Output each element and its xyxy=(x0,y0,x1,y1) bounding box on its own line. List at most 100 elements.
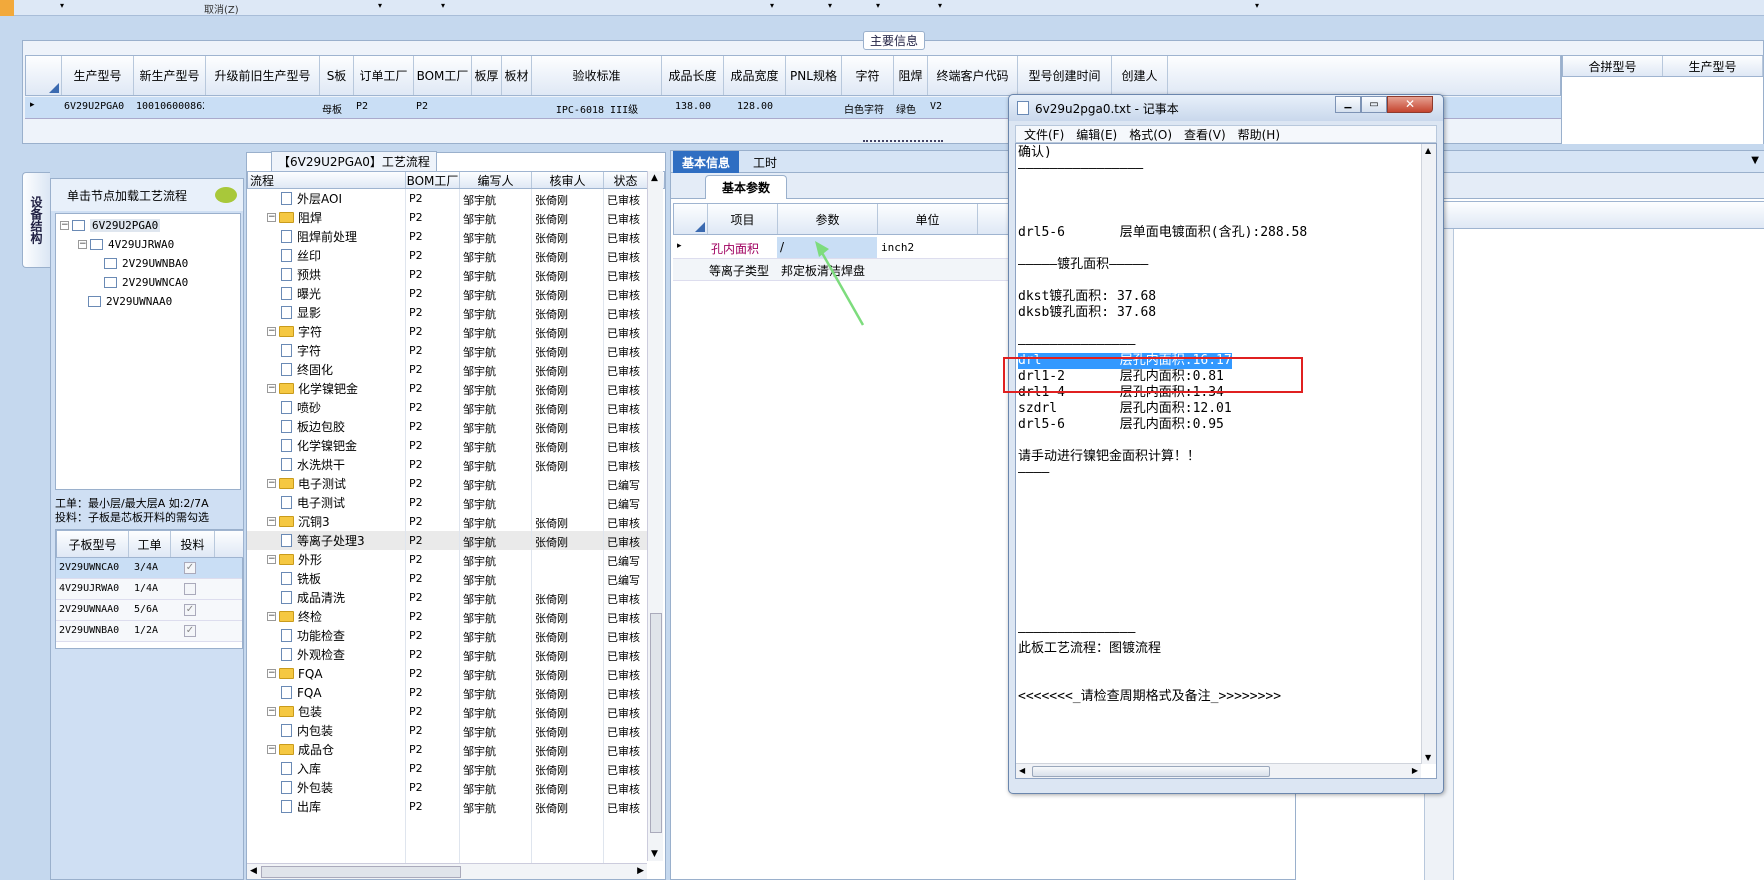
process-step[interactable]: 外包装 xyxy=(281,778,333,797)
scroll-left-icon[interactable]: ◀ xyxy=(250,866,257,876)
splitter-grip[interactable] xyxy=(863,140,943,144)
process-row[interactable]: 板边包胶 P2 邹宇航 张倚刚 已审核 xyxy=(247,417,647,436)
process-group[interactable]: − 成品仓 xyxy=(267,740,334,759)
scroll-up-icon[interactable]: ▲ xyxy=(651,173,658,183)
main-info-col-header[interactable]: 字符 xyxy=(842,56,894,95)
process-group[interactable]: − 电子测试 xyxy=(267,474,346,493)
notepad-menu-item[interactable]: 文件(F) xyxy=(1024,126,1064,143)
process-row[interactable]: − 阻焊 P2 邹宇航 张倚刚 已审核 xyxy=(247,208,647,227)
process-row[interactable]: 铣板 P2 邹宇航 已编写 xyxy=(247,569,647,588)
process-row[interactable]: − 字符 P2 邹宇航 张倚刚 已审核 xyxy=(247,322,647,341)
process-group[interactable]: − 沉铜3 xyxy=(267,512,330,531)
process-row[interactable]: 功能检查 P2 邹宇航 张倚刚 已审核 xyxy=(247,626,647,645)
process-row[interactable]: 丝印 P2 邹宇航 张倚刚 已审核 xyxy=(247,246,647,265)
process-row[interactable]: − 沉铜3 P2 邹宇航 张倚刚 已审核 xyxy=(247,512,647,531)
scroll-up-icon[interactable]: ▲ xyxy=(1425,146,1431,155)
sub-board-row[interactable]: 2V29UWNBA0 1/2A ✓ xyxy=(56,621,242,642)
expand-icon[interactable]: − xyxy=(267,745,276,754)
process-group[interactable]: − 终检 xyxy=(267,607,322,626)
hscroll-thumb[interactable] xyxy=(261,866,461,878)
process-step[interactable]: 铣板 xyxy=(281,569,321,588)
process-step[interactable]: 字符 xyxy=(281,341,321,360)
notepad-menu-item[interactable]: 帮助(H) xyxy=(1238,126,1280,143)
main-info-col-header[interactable]: S板 xyxy=(320,56,354,95)
dropdown-arrow-icon[interactable]: ▾ xyxy=(770,1,774,10)
expand-icon[interactable]: − xyxy=(267,479,276,488)
process-group[interactable]: − FQA xyxy=(267,664,323,683)
process-step[interactable]: 外层AOI xyxy=(281,189,342,208)
process-row[interactable]: 水洗烘干 P2 邹宇航 张倚刚 已审核 xyxy=(247,455,647,474)
notepad-titlebar[interactable]: 6v29u2pga0.txt - 记事本 ▁ ▭ ✕ xyxy=(1009,95,1443,121)
process-step[interactable]: 内包装 xyxy=(281,721,333,740)
process-step[interactable]: 终固化 xyxy=(281,360,333,379)
notepad-vscroll[interactable]: ▲ ▼ xyxy=(1421,144,1436,764)
process-row[interactable]: 入库 P2 邹宇航 张倚刚 已审核 xyxy=(247,759,647,778)
process-row[interactable]: 内包装 P2 邹宇航 张倚刚 已审核 xyxy=(247,721,647,740)
process-step[interactable]: 曝光 xyxy=(281,284,321,303)
process-step[interactable]: 板边包胶 xyxy=(281,417,345,436)
process-row[interactable]: FQA P2 邹宇航 张倚刚 已审核 xyxy=(247,683,647,702)
process-row[interactable]: 外包装 P2 邹宇航 张倚刚 已审核 xyxy=(247,778,647,797)
process-step[interactable]: 丝印 xyxy=(281,246,321,265)
tab-basic-params[interactable]: 基本参数 xyxy=(705,175,787,199)
process-row[interactable]: 喷砂 P2 邹宇航 张倚刚 已审核 xyxy=(247,398,647,417)
feed-checkbox[interactable]: ✓ xyxy=(184,562,196,574)
process-group[interactable]: − 外形 xyxy=(267,550,322,569)
dropdown-arrow-icon[interactable]: ▾ xyxy=(60,1,64,10)
process-step[interactable]: 等离子处理3 xyxy=(281,531,365,550)
scroll-thumb[interactable] xyxy=(650,613,662,833)
process-step[interactable]: 显影 xyxy=(281,303,321,322)
dropdown-arrow-icon[interactable]: ▾ xyxy=(1255,1,1259,10)
process-step[interactable]: 电子测试 xyxy=(281,493,345,512)
process-row[interactable]: 成品清洗 P2 邹宇航 张倚刚 已审核 xyxy=(247,588,647,607)
notepad-menu-item[interactable]: 编辑(E) xyxy=(1076,126,1117,143)
expand-icon[interactable]: − xyxy=(267,327,276,336)
tab-work-hours[interactable]: 工时 xyxy=(745,151,785,173)
main-info-col-header[interactable]: BOM工厂 xyxy=(414,56,472,95)
process-row[interactable]: 出库 P2 邹宇航 张倚刚 已审核 xyxy=(247,797,647,816)
process-group[interactable]: − 包装 xyxy=(267,702,322,721)
main-info-col-header[interactable]: 生产型号 xyxy=(62,56,134,95)
tree-node-leaf[interactable]: 2V29UWNBA0 xyxy=(104,254,188,273)
tree-node-child[interactable]: −4V29UJRWA0 xyxy=(78,235,174,254)
process-group[interactable]: − 阻焊 xyxy=(267,208,322,227)
process-row[interactable]: 等离子处理3 P2 邹宇航 张倚刚 已审核 xyxy=(247,531,647,550)
dropdown-arrow-icon[interactable]: ▾ xyxy=(441,1,445,10)
main-info-col-header[interactable]: 终端客户代码 xyxy=(928,56,1018,95)
side-tab-device-structure[interactable]: 设备结构 xyxy=(22,172,50,268)
main-info-col-header[interactable]: PNL规格 xyxy=(786,56,842,95)
main-info-col-header[interactable]: 新生产型号 xyxy=(134,56,206,95)
main-info-col-header[interactable]: 型号创建时间 xyxy=(1018,56,1112,95)
process-row[interactable]: − 终检 P2 邹宇航 张倚刚 已审核 xyxy=(247,607,647,626)
main-info-col-header[interactable]: 成品长度 xyxy=(662,56,724,95)
process-row[interactable]: − 包装 P2 邹宇航 张倚刚 已审核 xyxy=(247,702,647,721)
main-info-col-header[interactable]: 成品宽度 xyxy=(724,56,786,95)
close-button[interactable]: ✕ xyxy=(1387,96,1433,113)
main-info-col-header[interactable]: 创建人 xyxy=(1112,56,1168,95)
process-row[interactable]: 电子测试 P2 邹宇航 已编写 xyxy=(247,493,647,512)
tree-node-root[interactable]: −6V29U2PGA0 xyxy=(60,216,161,235)
sub-board-row[interactable]: 4V29UJRWA0 1/4A xyxy=(56,579,242,600)
process-step[interactable]: 阻焊前处理 xyxy=(281,227,357,246)
sub-board-row[interactable]: 2V29UWNAA0 5/6A ✓ xyxy=(56,600,242,621)
dropdown-arrow-icon[interactable]: ▾ xyxy=(876,1,880,10)
notepad-hscroll[interactable]: ◀ ▶ xyxy=(1016,763,1421,778)
scroll-down-icon[interactable]: ▼ xyxy=(651,849,658,859)
main-info-col-header[interactable]: 板材 xyxy=(502,56,532,95)
expand-icon[interactable]: − xyxy=(267,384,276,393)
dropdown-arrow-icon[interactable]: ▾ xyxy=(828,1,832,10)
process-step[interactable]: 入库 xyxy=(281,759,321,778)
scroll-right-icon[interactable]: ▶ xyxy=(1412,766,1418,775)
process-hscroll[interactable]: ◀ ▶ xyxy=(247,863,647,879)
process-step[interactable]: FQA xyxy=(281,683,322,702)
process-row[interactable]: 外观检查 P2 邹宇航 张倚刚 已审核 xyxy=(247,645,647,664)
process-step[interactable]: 出库 xyxy=(281,797,321,816)
process-group[interactable]: − 化学镍钯金 xyxy=(267,379,358,398)
process-step[interactable]: 外观检查 xyxy=(281,645,345,664)
process-row[interactable]: 显影 P2 邹宇航 张倚刚 已审核 xyxy=(247,303,647,322)
process-step[interactable]: 水洗烘干 xyxy=(281,455,345,474)
process-vscroll[interactable]: ▲ ▼ xyxy=(647,171,663,861)
main-info-col-header[interactable]: 升级前旧生产型号 xyxy=(206,56,320,95)
process-group[interactable]: − 字符 xyxy=(267,322,322,341)
sub-board-row[interactable]: 2V29UWNCA0 3/4A ✓ xyxy=(56,558,242,579)
